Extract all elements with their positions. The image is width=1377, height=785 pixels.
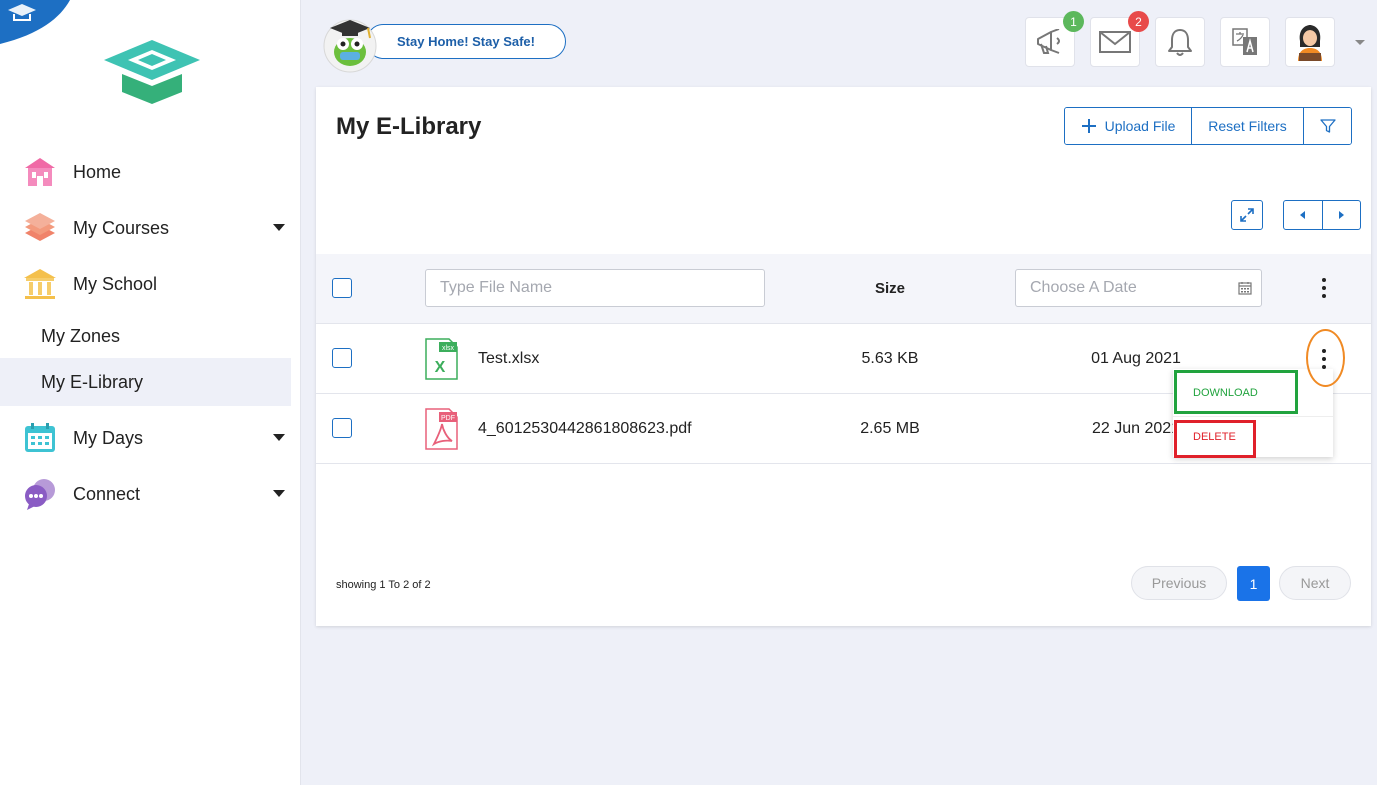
expand-button[interactable] [1231, 200, 1263, 230]
excel-letter: X [435, 359, 446, 376]
next-label: Next [1300, 575, 1330, 591]
sidebar-item-label: My E-Library [41, 371, 144, 392]
scroll-left-button[interactable] [1284, 201, 1323, 229]
mascot-icon [323, 19, 377, 73]
sidebar: Home My Courses My School My Zones My E-… [0, 0, 301, 785]
filter-icon [1319, 119, 1336, 133]
calendar-icon[interactable] [1238, 281, 1252, 295]
sidebar-item-label: Connect [73, 483, 141, 504]
row-actions-menu: DOWNLOAD DELETE [1173, 369, 1333, 457]
caret-right-icon [1338, 211, 1344, 219]
toolbar-button-group: Upload File Reset Filters [1064, 107, 1352, 145]
sidebar-item-label: My Zones [41, 325, 121, 346]
chevron-down-icon[interactable] [273, 434, 285, 441]
file-size: 5.63 KB [861, 350, 919, 367]
chevron-down-icon[interactable] [273, 224, 285, 231]
scroll-right-button[interactable] [1323, 201, 1361, 229]
profile-button[interactable] [1285, 17, 1335, 67]
stay-safe-banner[interactable]: Stay Home! Stay Safe! [366, 24, 566, 59]
excel-file-icon: xlsx X [425, 338, 458, 380]
announcements-button[interactable]: 1 [1025, 11, 1084, 67]
language-button[interactable] [1220, 17, 1270, 67]
corner-logo-icon[interactable] [0, 0, 70, 44]
reset-filters-button[interactable]: Reset Filters [1192, 108, 1304, 144]
messages-button[interactable]: 2 [1090, 11, 1149, 67]
profile-menu-chevron-icon[interactable] [1355, 40, 1365, 45]
sidebar-item-my-e-library[interactable]: My E-Library [0, 358, 291, 406]
previous-page-button[interactable]: Previous [1131, 566, 1227, 600]
caret-left-icon [1300, 211, 1306, 219]
delete-menu-item[interactable]: DELETE [1173, 417, 1333, 457]
file-date: 01 Aug 2021 [1091, 350, 1181, 367]
pagination-summary: showing 1 To 2 of 2 [336, 579, 431, 591]
file-type-label: PDF [441, 415, 455, 422]
sidebar-item-my-zones[interactable]: My Zones [0, 312, 291, 360]
bell-icon [1168, 29, 1192, 56]
e-library-card: My E-Library Upload File Reset Filters S… [316, 87, 1371, 626]
sidebar-item-my-days[interactable]: My Days [0, 414, 291, 462]
expand-icon [1240, 208, 1254, 222]
page-title: My E-Library [336, 113, 482, 140]
pdf-file-icon: PDF [425, 408, 458, 450]
megaphone-icon [1037, 29, 1060, 54]
file-size: 2.65 MB [860, 420, 920, 437]
size-column-header: Size [874, 280, 905, 297]
sidebar-item-label: My School [73, 273, 158, 294]
sidebar-item-label: Home [73, 161, 122, 182]
file-name-filter-input[interactable] [425, 269, 765, 307]
table-scroll-buttons [1283, 200, 1361, 230]
upload-file-button[interactable]: Upload File [1065, 108, 1192, 144]
envelope-icon [1099, 31, 1131, 53]
calendar-icon [22, 422, 58, 454]
books-icon [22, 212, 58, 244]
sidebar-item-label: My Courses [73, 217, 170, 238]
page-1-button[interactable]: 1 [1237, 566, 1270, 601]
row-checkbox[interactable] [332, 418, 352, 438]
sidebar-item-home[interactable]: Home [0, 148, 291, 196]
announcements-badge: 1 [1063, 11, 1084, 32]
page-number: 1 [1249, 575, 1258, 592]
file-type-label: xlsx [442, 345, 455, 352]
upload-file-label: Upload File [1104, 118, 1176, 134]
sidebar-item-label: My Days [73, 427, 144, 448]
messages-badge: 2 [1128, 11, 1149, 32]
header-more-icon[interactable] [1319, 278, 1329, 298]
delete-label: DELETE [1193, 431, 1236, 443]
school-building-icon [22, 268, 58, 300]
next-page-button[interactable]: Next [1279, 566, 1351, 600]
file-name[interactable]: Test.xlsx [478, 350, 539, 368]
row-more-icon[interactable] [1319, 349, 1329, 369]
file-name[interactable]: 4_6012530442861808623.pdf [478, 420, 692, 438]
row-checkbox[interactable] [332, 348, 352, 368]
avatar [1298, 25, 1322, 61]
download-label: DOWNLOAD [1193, 387, 1258, 399]
notifications-button[interactable] [1155, 17, 1205, 67]
sidebar-item-connect[interactable]: Connect [0, 470, 291, 518]
date-filter-input[interactable] [1015, 269, 1262, 307]
school-logo-icon[interactable] [98, 38, 206, 106]
previous-label: Previous [1151, 575, 1207, 591]
stay-safe-text: Stay Home! Stay Safe! [397, 34, 535, 49]
sidebar-item-my-school[interactable]: My School [0, 260, 291, 308]
filter-button[interactable] [1304, 108, 1351, 144]
chat-bubbles-icon [22, 478, 58, 510]
select-all-checkbox[interactable] [332, 278, 352, 298]
sidebar-item-my-courses[interactable]: My Courses [0, 204, 291, 252]
translate-icon [1232, 28, 1257, 55]
plus-icon [1081, 119, 1096, 133]
download-menu-item[interactable]: DOWNLOAD [1173, 373, 1333, 413]
home-icon [22, 156, 58, 188]
table-header: Size [316, 254, 1371, 324]
reset-filters-label: Reset Filters [1208, 118, 1287, 134]
chevron-down-icon[interactable] [273, 490, 285, 497]
